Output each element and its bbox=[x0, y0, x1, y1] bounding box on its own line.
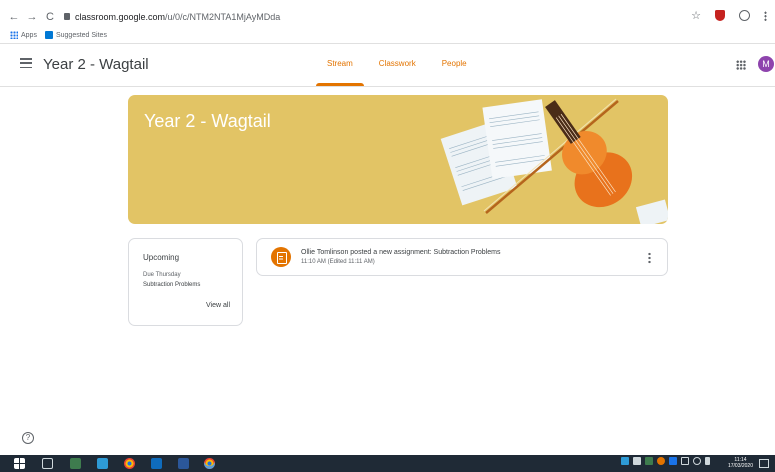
upcoming-card: Upcoming Due Thursday Subtraction Proble… bbox=[128, 238, 243, 326]
reload-icon[interactable]: C bbox=[44, 11, 56, 23]
tray-icon[interactable] bbox=[669, 457, 677, 465]
profile-icon[interactable] bbox=[739, 10, 750, 21]
view-all-link[interactable]: View all bbox=[206, 302, 230, 309]
bookmark-suggested-sites[interactable]: Suggested Sites bbox=[44, 31, 107, 39]
word-icon[interactable] bbox=[178, 458, 189, 469]
main-menu-icon[interactable] bbox=[20, 58, 32, 69]
url-domain: classroom.google.com bbox=[75, 11, 166, 22]
taskbar-clock[interactable]: 11:14 17/03/2020 bbox=[728, 457, 753, 469]
address-bar[interactable]: classroom.google.com/u/0/c/NTM2NTA1MjAyM… bbox=[64, 8, 704, 25]
assignment-icon bbox=[271, 247, 291, 267]
url-path: /u/0/c/NTM2NTA1MjAyMDda bbox=[165, 11, 281, 22]
bookmarks-bar: Apps Suggested Sites bbox=[10, 31, 107, 39]
violin-illustration bbox=[440, 98, 668, 224]
clock-date: 17/03/2020 bbox=[727, 463, 753, 469]
notification-icon[interactable] bbox=[759, 459, 769, 468]
post-title: Ollie Tomlinson posted a new assignment:… bbox=[301, 249, 501, 256]
bing-icon bbox=[44, 31, 53, 39]
post-time: 11:10 AM (Edited 11:11 AM) bbox=[301, 259, 375, 265]
apps-grid-icon bbox=[10, 31, 18, 39]
tray-icon[interactable] bbox=[621, 457, 629, 465]
class-tabs: Stream Classwork People bbox=[316, 44, 478, 86]
class-banner: Year 2 - Wagtail bbox=[128, 95, 668, 224]
browser-menu-icon[interactable] bbox=[764, 10, 767, 21]
tab-people[interactable]: People bbox=[431, 44, 478, 86]
avatar[interactable]: M bbox=[758, 56, 774, 72]
stream-post[interactable]: Ollie Tomlinson posted a new assignment:… bbox=[256, 238, 668, 276]
extension-shield-icon[interactable] bbox=[715, 10, 725, 21]
lock-icon bbox=[64, 13, 70, 20]
google-apps-icon[interactable] bbox=[736, 60, 746, 70]
more-options-icon[interactable] bbox=[648, 252, 651, 264]
banner-title: Year 2 - Wagtail bbox=[144, 111, 271, 131]
bookmark-apps[interactable]: Apps bbox=[10, 31, 37, 39]
system-tray bbox=[621, 457, 710, 465]
chrome-active-icon[interactable] bbox=[204, 458, 215, 469]
taskbar-app-icon[interactable] bbox=[97, 458, 108, 469]
tab-stream[interactable]: Stream bbox=[316, 44, 364, 86]
tray-icon[interactable] bbox=[645, 457, 653, 465]
back-icon[interactable]: ← bbox=[8, 11, 20, 23]
windows-taskbar: 11:14 17/03/2020 bbox=[0, 455, 775, 472]
chrome-icon[interactable] bbox=[124, 458, 135, 469]
taskbar-app-icon[interactable] bbox=[70, 458, 81, 469]
class-title: Year 2 - Wagtail bbox=[43, 56, 149, 73]
pen-icon[interactable] bbox=[705, 457, 710, 465]
help-icon[interactable]: ? bbox=[22, 432, 34, 444]
outlook-icon[interactable] bbox=[151, 458, 162, 469]
tab-classwork[interactable]: Classwork bbox=[368, 44, 427, 86]
upcoming-due: Due Thursday bbox=[143, 272, 181, 278]
classroom-header: Year 2 - Wagtail Stream Classwork People… bbox=[0, 44, 775, 87]
volume-icon[interactable] bbox=[693, 457, 701, 465]
tray-icon[interactable] bbox=[657, 457, 665, 465]
windows-start-icon[interactable] bbox=[14, 458, 25, 469]
network-icon[interactable] bbox=[681, 457, 689, 465]
task-view-icon[interactable] bbox=[42, 458, 53, 469]
star-icon[interactable]: ☆ bbox=[691, 9, 701, 22]
tray-icon[interactable] bbox=[633, 457, 641, 465]
upcoming-title: Upcoming bbox=[143, 253, 180, 262]
forward-icon[interactable]: → bbox=[26, 11, 38, 23]
browser-toolbar: ← → C classroom.google.com/u/0/c/NTM2NTA… bbox=[0, 0, 775, 44]
upcoming-item[interactable]: Subtraction Problems bbox=[143, 282, 200, 288]
